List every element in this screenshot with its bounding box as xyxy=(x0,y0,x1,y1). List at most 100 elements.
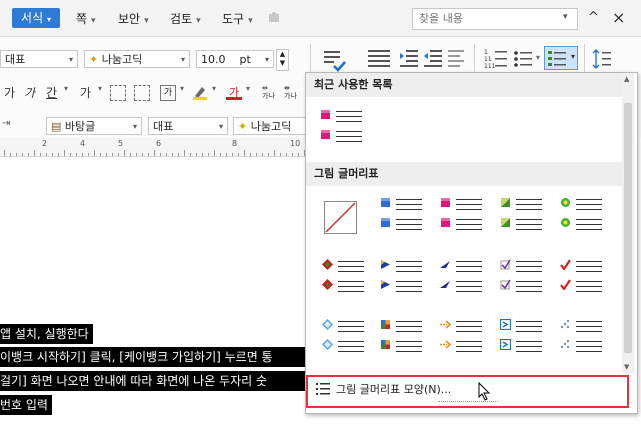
bullet-option-green-circle[interactable] xyxy=(552,191,608,247)
font-name-select-2[interactable]: ✦ 나눔고딕 xyxy=(233,117,305,135)
font-size-stepper[interactable]: ▲ ▼ xyxy=(276,49,289,71)
numbering-icon[interactable]: 1 11 111 xyxy=(484,48,508,70)
scroll-thumb[interactable] xyxy=(624,103,632,353)
dots-bullet-icon xyxy=(560,319,570,329)
bullet-line xyxy=(516,341,542,342)
paragraph-style-select[interactable]: 대표 ▾ xyxy=(0,50,78,68)
picture-bullet-shape-option[interactable]: 그림 글머리표 모양(N)... xyxy=(306,375,629,408)
bullet-option-four-square[interactable] xyxy=(372,313,428,369)
panel-scrollbar[interactable]: ▲ ▼ xyxy=(622,73,634,373)
highlight-icon[interactable] xyxy=(192,84,208,100)
menu-page[interactable]: 쪽 ▾ xyxy=(76,10,96,27)
font-color-icon[interactable]: 가 xyxy=(226,84,242,100)
ruler-tick xyxy=(250,153,251,156)
svg-text:11: 11 xyxy=(484,56,492,63)
bullet-line xyxy=(396,291,422,292)
spacing-narrow-icon[interactable]: ⇹ 가나 xyxy=(262,84,280,100)
indent-increase-icon[interactable] xyxy=(400,50,418,68)
menu-tools[interactable]: 도구 ▾ xyxy=(222,10,253,27)
ruler-label: 10 xyxy=(290,139,301,148)
bullet-list-dropdown-icon[interactable]: ▾ xyxy=(536,53,540,62)
bullet-option-red-check[interactable] xyxy=(552,253,608,309)
indent-decrease-icon[interactable] xyxy=(424,50,442,68)
ruler-tick xyxy=(130,153,131,156)
char-box-icon[interactable]: 가 xyxy=(160,85,176,101)
ruler-tick xyxy=(40,153,41,156)
bullet-line xyxy=(396,266,422,267)
menu-review[interactable]: 검토 ▾ xyxy=(170,10,201,27)
bullet-line xyxy=(516,209,542,210)
strike-dropdown-icon[interactable]: ▾ xyxy=(98,84,102,93)
red-diamond-bullet-icon xyxy=(322,259,333,270)
strike-button[interactable]: 가 xyxy=(80,84,91,101)
ruler-tick xyxy=(196,153,197,156)
search-input[interactable] xyxy=(413,9,565,27)
outline-icon[interactable] xyxy=(110,85,126,101)
bullet-option-blue-triangle[interactable] xyxy=(372,253,428,309)
svg-text:111: 111 xyxy=(484,63,496,70)
align-justify-icon[interactable] xyxy=(368,50,392,68)
bullet-line xyxy=(516,321,542,322)
menu-security[interactable]: 보안 ▾ xyxy=(118,10,149,27)
underline-button[interactable]: 간 xyxy=(46,84,57,101)
document-area[interactable]: 앱 설치, 실행한다 이뱅크 시작하기] 클릭, [케이뱅크 가입하기] 누르면… xyxy=(0,157,309,425)
green-circle-bullet-icon xyxy=(561,218,570,227)
bullet-line xyxy=(338,266,364,267)
bullet-option-dots[interactable] xyxy=(552,313,608,369)
border-icon[interactable] xyxy=(134,85,150,101)
spacing-wide-icon[interactable]: ⇼ 가나 xyxy=(284,84,302,100)
bullet-line xyxy=(338,271,364,272)
font-name-select[interactable]: ✦ 나눔고딕 ▾ xyxy=(84,50,190,68)
recent-pink-square-bullet-icon xyxy=(321,110,330,119)
collapse-ribbon-button[interactable]: ^ xyxy=(588,10,599,25)
italic-button[interactable]: 가 xyxy=(24,84,35,101)
bullet-option-blue-diamond[interactable] xyxy=(314,313,370,369)
bullet-option-pink-square[interactable] xyxy=(432,191,488,247)
bullet-option-blue-square[interactable] xyxy=(372,191,428,247)
picture-bullet-button[interactable]: ▾ xyxy=(544,46,578,70)
orange-arrow-bullet-icon xyxy=(440,320,451,329)
scroll-down-icon[interactable]: ▼ xyxy=(624,363,629,371)
bullet-line xyxy=(576,291,602,292)
bold-button[interactable]: 가 xyxy=(4,84,15,101)
ruler-tick xyxy=(16,153,17,156)
bullet-option-none[interactable] xyxy=(314,191,370,247)
highlight-dropdown-icon[interactable]: ▾ xyxy=(212,84,216,93)
bullet-option-orange-arrow[interactable] xyxy=(432,313,488,369)
scroll-up-icon[interactable]: ▲ xyxy=(624,75,629,83)
bullet-option-navy-arrow[interactable] xyxy=(432,253,488,309)
bullet-line xyxy=(336,136,362,137)
ruler-tick xyxy=(28,153,29,156)
bullet-list-icon[interactable] xyxy=(514,50,534,68)
bullet-option-red-diamond[interactable] xyxy=(314,253,370,309)
bullet-option-boxed-arrow[interactable] xyxy=(492,313,548,369)
bullet-option-check-box[interactable] xyxy=(492,253,548,309)
ruler-tick xyxy=(124,150,125,156)
style-icon[interactable]: ⇥ xyxy=(2,118,10,129)
line-spacing-icon[interactable] xyxy=(592,48,612,70)
recent-bullet-item[interactable] xyxy=(312,103,368,159)
blue-triangle-bullet-icon xyxy=(381,260,390,269)
menu-format[interactable]: 서식 ▾ xyxy=(12,8,60,28)
toolbar-divider-3 xyxy=(584,44,585,72)
align-icon[interactable] xyxy=(448,50,466,68)
bullet-line xyxy=(338,346,364,347)
underline-dropdown-icon[interactable]: ▾ xyxy=(64,84,68,93)
bullet-line xyxy=(516,346,542,347)
char-box-dropdown-icon[interactable]: ▾ xyxy=(180,84,184,93)
bullet-line xyxy=(336,116,362,117)
search-dropdown-icon[interactable]: ▾ xyxy=(563,12,568,22)
search-box[interactable] xyxy=(412,8,578,30)
picture-bullet-shape-label: 그림 글머리표 모양(N)... xyxy=(336,383,452,396)
bullet-line xyxy=(516,291,542,292)
bullet-line xyxy=(576,281,602,282)
puzzle-icon[interactable] xyxy=(268,11,282,23)
close-button[interactable]: × xyxy=(612,8,625,27)
bullet-option-green-triangle[interactable] xyxy=(492,191,548,247)
ruler-tick xyxy=(280,153,281,156)
bullet-paragraph-icon[interactable] xyxy=(322,48,348,74)
style-select[interactable]: ▤ 바탕글 ▾ xyxy=(46,117,142,135)
font-color-dropdown-icon[interactable]: ▾ xyxy=(246,84,250,93)
outline-style-select[interactable]: 대표 ▾ xyxy=(148,117,228,135)
font-size-select[interactable]: 10.0 pt ▾ xyxy=(196,50,274,68)
